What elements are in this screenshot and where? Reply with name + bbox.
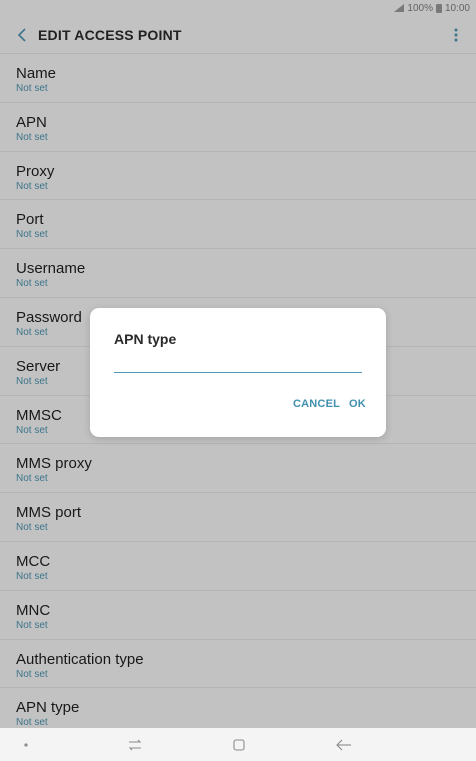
ok-button[interactable]: OK bbox=[349, 398, 366, 414]
apn-type-dialog: APN type CANCEL OK bbox=[90, 308, 386, 437]
navigation-bar bbox=[0, 728, 476, 761]
apn-type-input[interactable] bbox=[114, 352, 362, 373]
cancel-button[interactable]: CANCEL bbox=[293, 398, 340, 414]
dialog-title: APN type bbox=[114, 331, 177, 347]
recent-apps-icon[interactable] bbox=[123, 734, 147, 756]
back-icon[interactable] bbox=[332, 734, 356, 756]
home-icon[interactable] bbox=[227, 734, 251, 756]
dot-icon[interactable] bbox=[14, 734, 38, 756]
